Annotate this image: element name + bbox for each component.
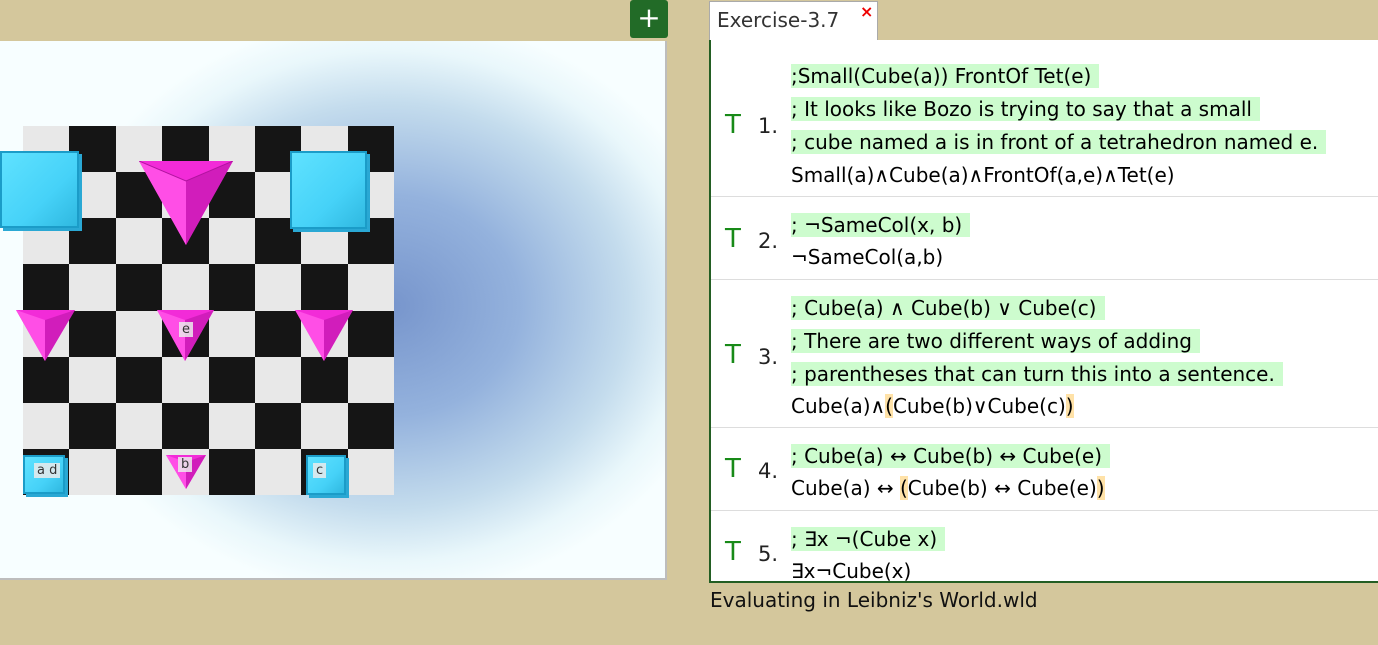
board-square[interactable] [208, 356, 255, 403]
comment-text: ; It looks like Bozo is trying to say th… [791, 97, 1260, 121]
label-e: e [179, 322, 193, 337]
board-square[interactable] [254, 448, 302, 495]
formula-line[interactable]: ∃x¬Cube(x) [791, 559, 911, 581]
board-square[interactable] [208, 448, 255, 495]
comment-line[interactable]: ; Cube(a) ∧ Cube(b) ∨ Cube(c) [791, 296, 1105, 320]
world-view[interactable]: e a d b c [0, 41, 667, 580]
formula-text: Cube(a) ↔ [791, 476, 900, 500]
comment-text: ; ∃x ¬(Cube x) [791, 527, 946, 551]
true-mark: T [725, 224, 741, 254]
board-square[interactable] [69, 402, 116, 449]
comment-text: ; cube named a is in front of a tetrahed… [791, 130, 1327, 154]
board-square[interactable] [115, 448, 163, 495]
board-square[interactable] [69, 356, 116, 403]
comment-text: ;Small(Cube(a)) FrontOf Tet(e) [791, 64, 1100, 88]
board-square[interactable] [254, 356, 302, 403]
formula-line[interactable]: ¬SameCol(a,b) [791, 245, 943, 269]
comment-text: ; ¬SameCol(x, b) [791, 213, 971, 237]
sentence-row-3[interactable]: T 3. ; Cube(a) ∧ Cube(b) ∨ Cube(c) ; The… [711, 279, 1378, 428]
formula-text: Cube(b) ↔ Cube(e) [907, 476, 1097, 500]
board-square[interactable] [115, 356, 163, 403]
board-square[interactable] [69, 448, 116, 495]
sentence-number: 1. [758, 114, 779, 138]
board-square[interactable] [254, 264, 302, 311]
comment-line[interactable]: ;Small(Cube(a)) FrontOf Tet(e) [791, 64, 1100, 88]
board-square[interactable] [23, 264, 70, 311]
formula-line[interactable]: Small(a)∧Cube(a)∧FrontOf(a,e)∧Tet(e) [791, 163, 1175, 187]
board-square[interactable] [115, 402, 163, 449]
comment-line[interactable]: ; parentheses that can turn this into a … [791, 362, 1283, 386]
board-square[interactable] [301, 264, 348, 311]
true-mark: T [725, 110, 741, 140]
board-square[interactable] [162, 402, 209, 449]
comment-line[interactable]: ; ∃x ¬(Cube x) [791, 527, 946, 551]
add-button[interactable]: + [630, 0, 668, 38]
large-cube-left[interactable] [0, 151, 79, 228]
true-mark: T [725, 537, 741, 567]
comment-line[interactable]: ; There are two different ways of adding [791, 329, 1200, 353]
board-square[interactable] [347, 402, 394, 449]
board-square[interactable] [208, 310, 255, 357]
comment-text: ; parentheses that can turn this into a … [791, 362, 1283, 386]
formula-text: Cube(b)∨Cube(c) [892, 394, 1066, 418]
board-square[interactable] [115, 264, 163, 311]
board-square[interactable] [254, 402, 302, 449]
board-square[interactable] [347, 356, 394, 403]
board-square[interactable] [347, 448, 394, 495]
board-square[interactable] [23, 402, 70, 449]
paren-highlight: ( [885, 394, 893, 418]
sentence-number: 5. [758, 542, 779, 566]
true-mark: T [725, 340, 741, 370]
label-b: b [178, 457, 193, 472]
board-square[interactable] [69, 264, 116, 311]
sentence-row-2[interactable]: T 2. ; ¬SameCol(x, b) ¬SameCol(a,b) [711, 196, 1378, 280]
tab-title: Exercise-3.7 [717, 8, 840, 32]
formula-line[interactable]: Cube(a)∧(Cube(b)∨Cube(c)) [791, 394, 1074, 418]
large-tetrahedron[interactable] [139, 161, 233, 245]
comment-line[interactable]: ; It looks like Bozo is trying to say th… [791, 97, 1260, 121]
board-square[interactable] [208, 264, 255, 311]
sentence-number: 3. [758, 345, 779, 369]
label-a-d: a d [34, 463, 61, 478]
formula-line[interactable]: Cube(a) ↔ (Cube(b) ↔ Cube(e)) [791, 476, 1105, 500]
comment-text: ; Cube(a) ↔ Cube(b) ↔ Cube(e) [791, 444, 1111, 468]
paren-highlight: ) [1065, 394, 1074, 418]
true-mark: T [725, 454, 741, 484]
tab-exercise[interactable]: Exercise-3.7 × [709, 1, 878, 40]
board-square[interactable] [347, 310, 394, 357]
sentence-row-5[interactable]: T 5. ; ∃x ¬(Cube x) ∃x¬Cube(x) [711, 510, 1378, 581]
comment-line[interactable]: ; cube named a is in front of a tetrahed… [791, 130, 1327, 154]
close-icon[interactable]: × [860, 2, 873, 21]
sentence-number: 4. [758, 459, 779, 483]
label-c: c [313, 463, 327, 478]
paren-highlight: ( [899, 476, 908, 500]
medium-tetrahedron-right[interactable] [295, 310, 353, 361]
board-square[interactable] [347, 264, 394, 311]
board-square[interactable] [162, 356, 209, 403]
status-text: Evaluating in Leibniz's World.wld [710, 588, 1038, 612]
comment-line[interactable]: ; Cube(a) ↔ Cube(b) ↔ Cube(e) [791, 444, 1111, 468]
sentence-row-1[interactable]: T 1. ;Small(Cube(a)) FrontOf Tet(e) ; It… [711, 40, 1378, 197]
comment-text: ; Cube(a) ∧ Cube(b) ∨ Cube(c) [791, 296, 1105, 320]
medium-tetrahedron-left[interactable] [16, 310, 75, 361]
board-square[interactable] [162, 264, 209, 311]
board-square[interactable] [301, 402, 348, 449]
paren-highlight: ) [1096, 476, 1105, 500]
large-cube-right[interactable] [290, 151, 367, 229]
board-square[interactable] [208, 402, 255, 449]
sentence-row-4[interactable]: T 4. ; Cube(a) ↔ Cube(b) ↔ Cube(e) Cube(… [711, 427, 1378, 511]
board-square[interactable] [301, 356, 348, 403]
sentence-editor[interactable]: T 1. ;Small(Cube(a)) FrontOf Tet(e) ; It… [709, 40, 1378, 583]
comment-text: ; There are two different ways of adding [791, 329, 1200, 353]
sentence-number: 2. [758, 229, 779, 253]
board-square[interactable] [23, 356, 70, 403]
comment-line[interactable]: ; ¬SameCol(x, b) [791, 213, 971, 237]
board-square[interactable] [69, 310, 116, 357]
formula-text: Cube(a)∧ [791, 394, 886, 418]
board-square[interactable] [115, 310, 163, 357]
